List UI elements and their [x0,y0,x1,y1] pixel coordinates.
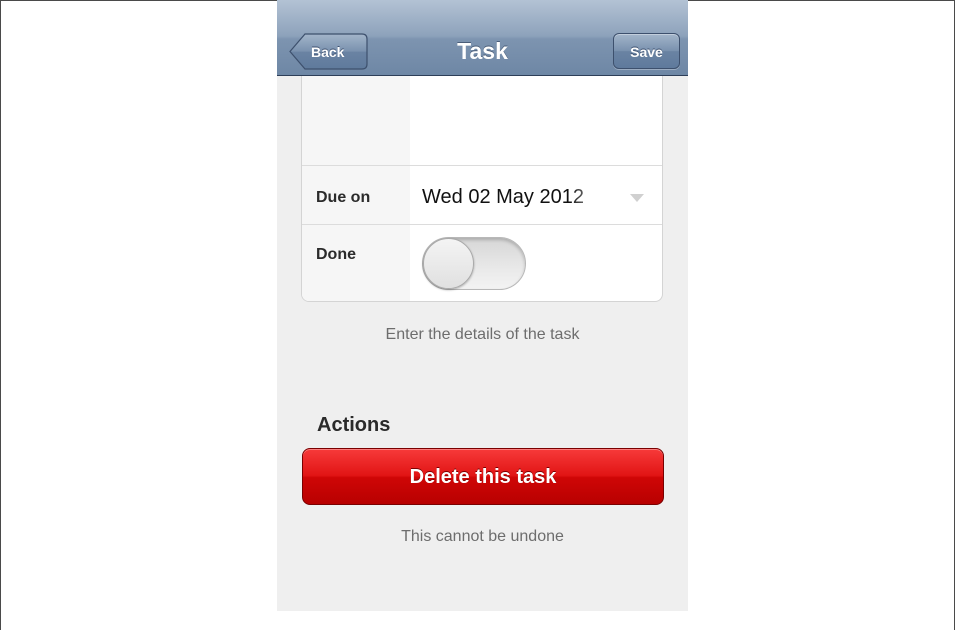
chevron-down-icon[interactable] [630,194,644,202]
delete-button-label: Delete this task [409,466,557,488]
delete-task-button[interactable]: Delete this task [302,448,664,505]
form-hint: Enter the details of the task [385,326,580,343]
toggle-knob[interactable] [423,238,474,289]
save-button[interactable]: Save [613,33,680,69]
phone-screen: Back Task Save Due on Wed 02 May 2012 Do… [277,0,688,611]
delete-warning: This cannot be undone [401,528,564,545]
row-divider [302,224,662,225]
save-button-label: Save [630,44,663,60]
row-divider [302,165,662,166]
done-toggle[interactable] [422,237,526,290]
actions-heading: Actions [317,414,391,436]
due-on-label: Due on [316,189,371,206]
navigation-bar: Back Task Save [277,0,688,76]
due-date-fade [570,180,618,214]
done-label: Done [316,246,356,263]
